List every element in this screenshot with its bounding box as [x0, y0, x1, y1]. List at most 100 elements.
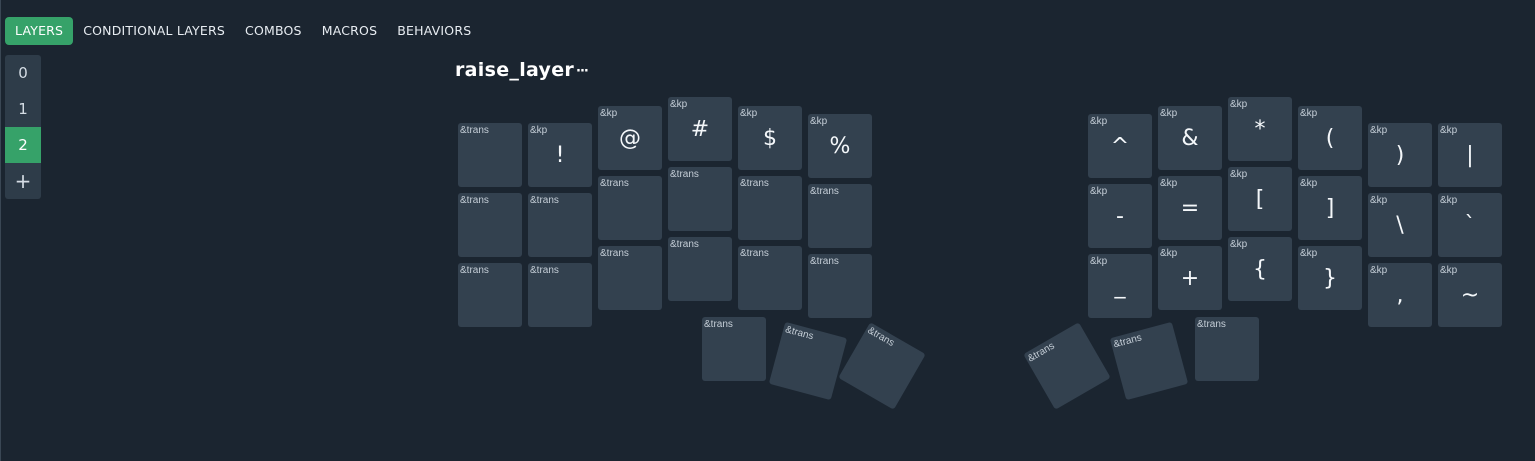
key-behavior-label: &kp [1370, 125, 1388, 136]
key-legend: _ [1114, 274, 1126, 299]
key-behavior-label: &kp [1090, 256, 1108, 267]
key-40[interactable]: &trans [1109, 321, 1189, 401]
key-behavior-label: &trans [783, 324, 815, 343]
key-21[interactable]: &kp] [1298, 176, 1362, 240]
key-behavior-label: &kp [1160, 108, 1178, 119]
key-behavior-label: &kp [530, 125, 548, 136]
key-behavior-label: &kp [1370, 265, 1388, 276]
key-behavior-label: &trans [740, 248, 769, 259]
key-5[interactable]: &kp% [808, 114, 872, 178]
key-legend: ] [1325, 196, 1335, 221]
key-4[interactable]: &kp $ [738, 106, 802, 170]
key-behavior-label: &kp [670, 99, 688, 110]
key-behavior-label: &kp [1300, 108, 1318, 119]
key-legend: * [1254, 117, 1266, 142]
key-behavior-label: &trans [600, 178, 629, 189]
key-9[interactable]: &kp ( [1298, 106, 1362, 170]
key-6[interactable]: &kp ^ [1088, 114, 1152, 178]
key-legend: + [1180, 266, 1200, 291]
key-37[interactable]: &trans [768, 321, 848, 401]
key-legend: ! [555, 143, 565, 168]
key-behavior-label: &trans [810, 256, 839, 267]
key-30[interactable]: &kp _ [1088, 254, 1152, 318]
key-22[interactable]: &kp \ [1368, 193, 1432, 257]
key-behavior-label: &trans [1197, 319, 1226, 330]
keyboard-layout: &trans &kp! &kp @ &kp # &kp $ &kp% &kp ^ &kp & &kp * &k… [0, 0, 1535, 461]
key-24[interactable]: &trans [458, 263, 522, 327]
key-behavior-label: &trans [670, 239, 699, 250]
key-legend: { [1253, 257, 1267, 282]
key-legend: ) [1395, 143, 1405, 168]
key-behavior-label: &kp [1300, 178, 1318, 189]
key-behavior-label: &kp [1160, 248, 1178, 259]
key-19[interactable]: &kp = [1158, 176, 1222, 240]
key-7[interactable]: &kp & [1158, 106, 1222, 170]
key-15[interactable]: &trans [668, 167, 732, 231]
key-8[interactable]: &kp * [1228, 97, 1292, 161]
key-legend: $ [763, 126, 777, 151]
key-legend: % [829, 134, 851, 159]
key-36[interactable]: &trans [702, 317, 766, 381]
key-17[interactable]: &trans [808, 184, 872, 248]
key-28[interactable]: &trans [738, 246, 802, 310]
key-39[interactable]: &trans [1023, 322, 1111, 410]
key-behavior-label: &kp [1230, 239, 1248, 250]
key-11[interactable]: &kp | [1438, 123, 1502, 187]
key-behavior-label: &trans [810, 186, 839, 197]
key-legend: & [1181, 126, 1199, 151]
key-legend: @ [619, 126, 641, 151]
key-legend: , [1396, 283, 1404, 308]
key-legend: = [1180, 196, 1200, 221]
key-31[interactable]: &kp + [1158, 246, 1222, 310]
key-behavior-label: &kp [600, 108, 618, 119]
key-behavior-label: &trans [1112, 332, 1144, 351]
key-3[interactable]: &kp # [668, 97, 732, 161]
key-1[interactable]: &kp! [528, 123, 592, 187]
key-behavior-label: &trans [670, 169, 699, 180]
key-behavior-label: &trans [460, 195, 489, 206]
key-behavior-label: &kp [1440, 265, 1458, 276]
key-41[interactable]: &trans [1195, 317, 1259, 381]
key-behavior-label: &kp [1300, 248, 1318, 259]
key-behavior-label: &trans [530, 195, 559, 206]
key-legend: # [690, 117, 710, 142]
key-behavior-label: &trans [704, 319, 733, 330]
key-legend: | [1466, 143, 1474, 168]
key-35[interactable]: &kp ~ [1438, 263, 1502, 327]
key-13[interactable]: &trans [528, 193, 592, 257]
key-26[interactable]: &trans [598, 246, 662, 310]
key-0[interactable]: &trans [458, 123, 522, 187]
key-25[interactable]: &trans [528, 263, 592, 327]
key-23[interactable]: &kp ` [1438, 193, 1502, 257]
key-behavior-label: &kp [1090, 186, 1108, 197]
key-legend: [ [1255, 187, 1265, 212]
key-2[interactable]: &kp @ [598, 106, 662, 170]
key-29[interactable]: &trans [808, 254, 872, 318]
key-behavior-label: &kp [1440, 125, 1458, 136]
key-legend: ~ [1460, 283, 1480, 308]
key-33[interactable]: &kp} [1298, 246, 1362, 310]
key-27[interactable]: &trans [668, 237, 732, 301]
key-32[interactable]: &kp { [1228, 237, 1292, 301]
key-behavior-label: &trans [740, 178, 769, 189]
key-behavior-label: &trans [460, 265, 489, 276]
key-behavior-label: &kp [1090, 116, 1108, 127]
key-behavior-label: &kp [1230, 169, 1248, 180]
key-behavior-label: &kp [1160, 178, 1178, 189]
key-34[interactable]: &kp, [1368, 263, 1432, 327]
key-legend: ( [1325, 126, 1335, 151]
key-14[interactable]: &trans [598, 176, 662, 240]
key-behavior-label: &trans [530, 265, 559, 276]
key-16[interactable]: &trans [738, 176, 802, 240]
key-20[interactable]: &kp [ [1228, 167, 1292, 231]
key-18[interactable]: &kp - [1088, 184, 1152, 248]
key-behavior-label: &kp [1230, 99, 1248, 110]
key-38[interactable]: &trans [838, 322, 926, 410]
key-behavior-label: &kp [810, 116, 828, 127]
key-legend: - [1116, 204, 1124, 229]
key-behavior-label: &trans [865, 325, 897, 349]
key-legend: } [1323, 266, 1337, 291]
key-10[interactable]: &kp) [1368, 123, 1432, 187]
key-behavior-label: &trans [1026, 340, 1057, 365]
key-12[interactable]: &trans [458, 193, 522, 257]
